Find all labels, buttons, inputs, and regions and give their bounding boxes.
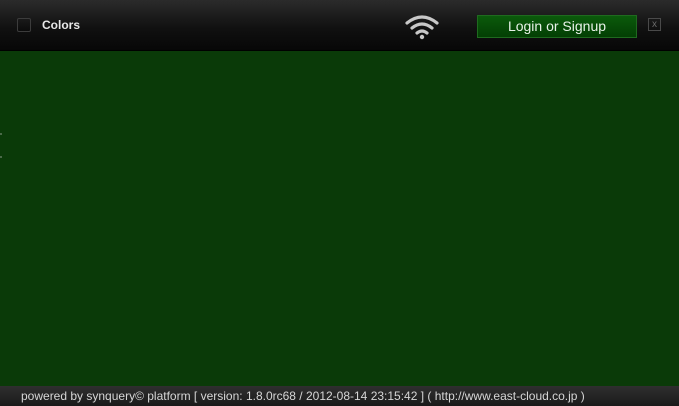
app-title: Colors bbox=[42, 18, 81, 32]
login-signup-button[interactable]: Login or Signup bbox=[477, 15, 637, 38]
wifi-icon bbox=[405, 15, 439, 40]
top-bar: Colors Login or Signup x bbox=[0, 0, 679, 51]
main-content-area bbox=[0, 51, 679, 386]
close-button[interactable]: x bbox=[648, 18, 661, 31]
edge-marker bbox=[0, 156, 2, 158]
footer-text: powered by synquery© platform [ version:… bbox=[21, 389, 585, 403]
menu-toggle-icon[interactable] bbox=[17, 18, 31, 32]
footer-bar: powered by synquery© platform [ version:… bbox=[0, 386, 679, 406]
edge-marker bbox=[0, 133, 2, 135]
